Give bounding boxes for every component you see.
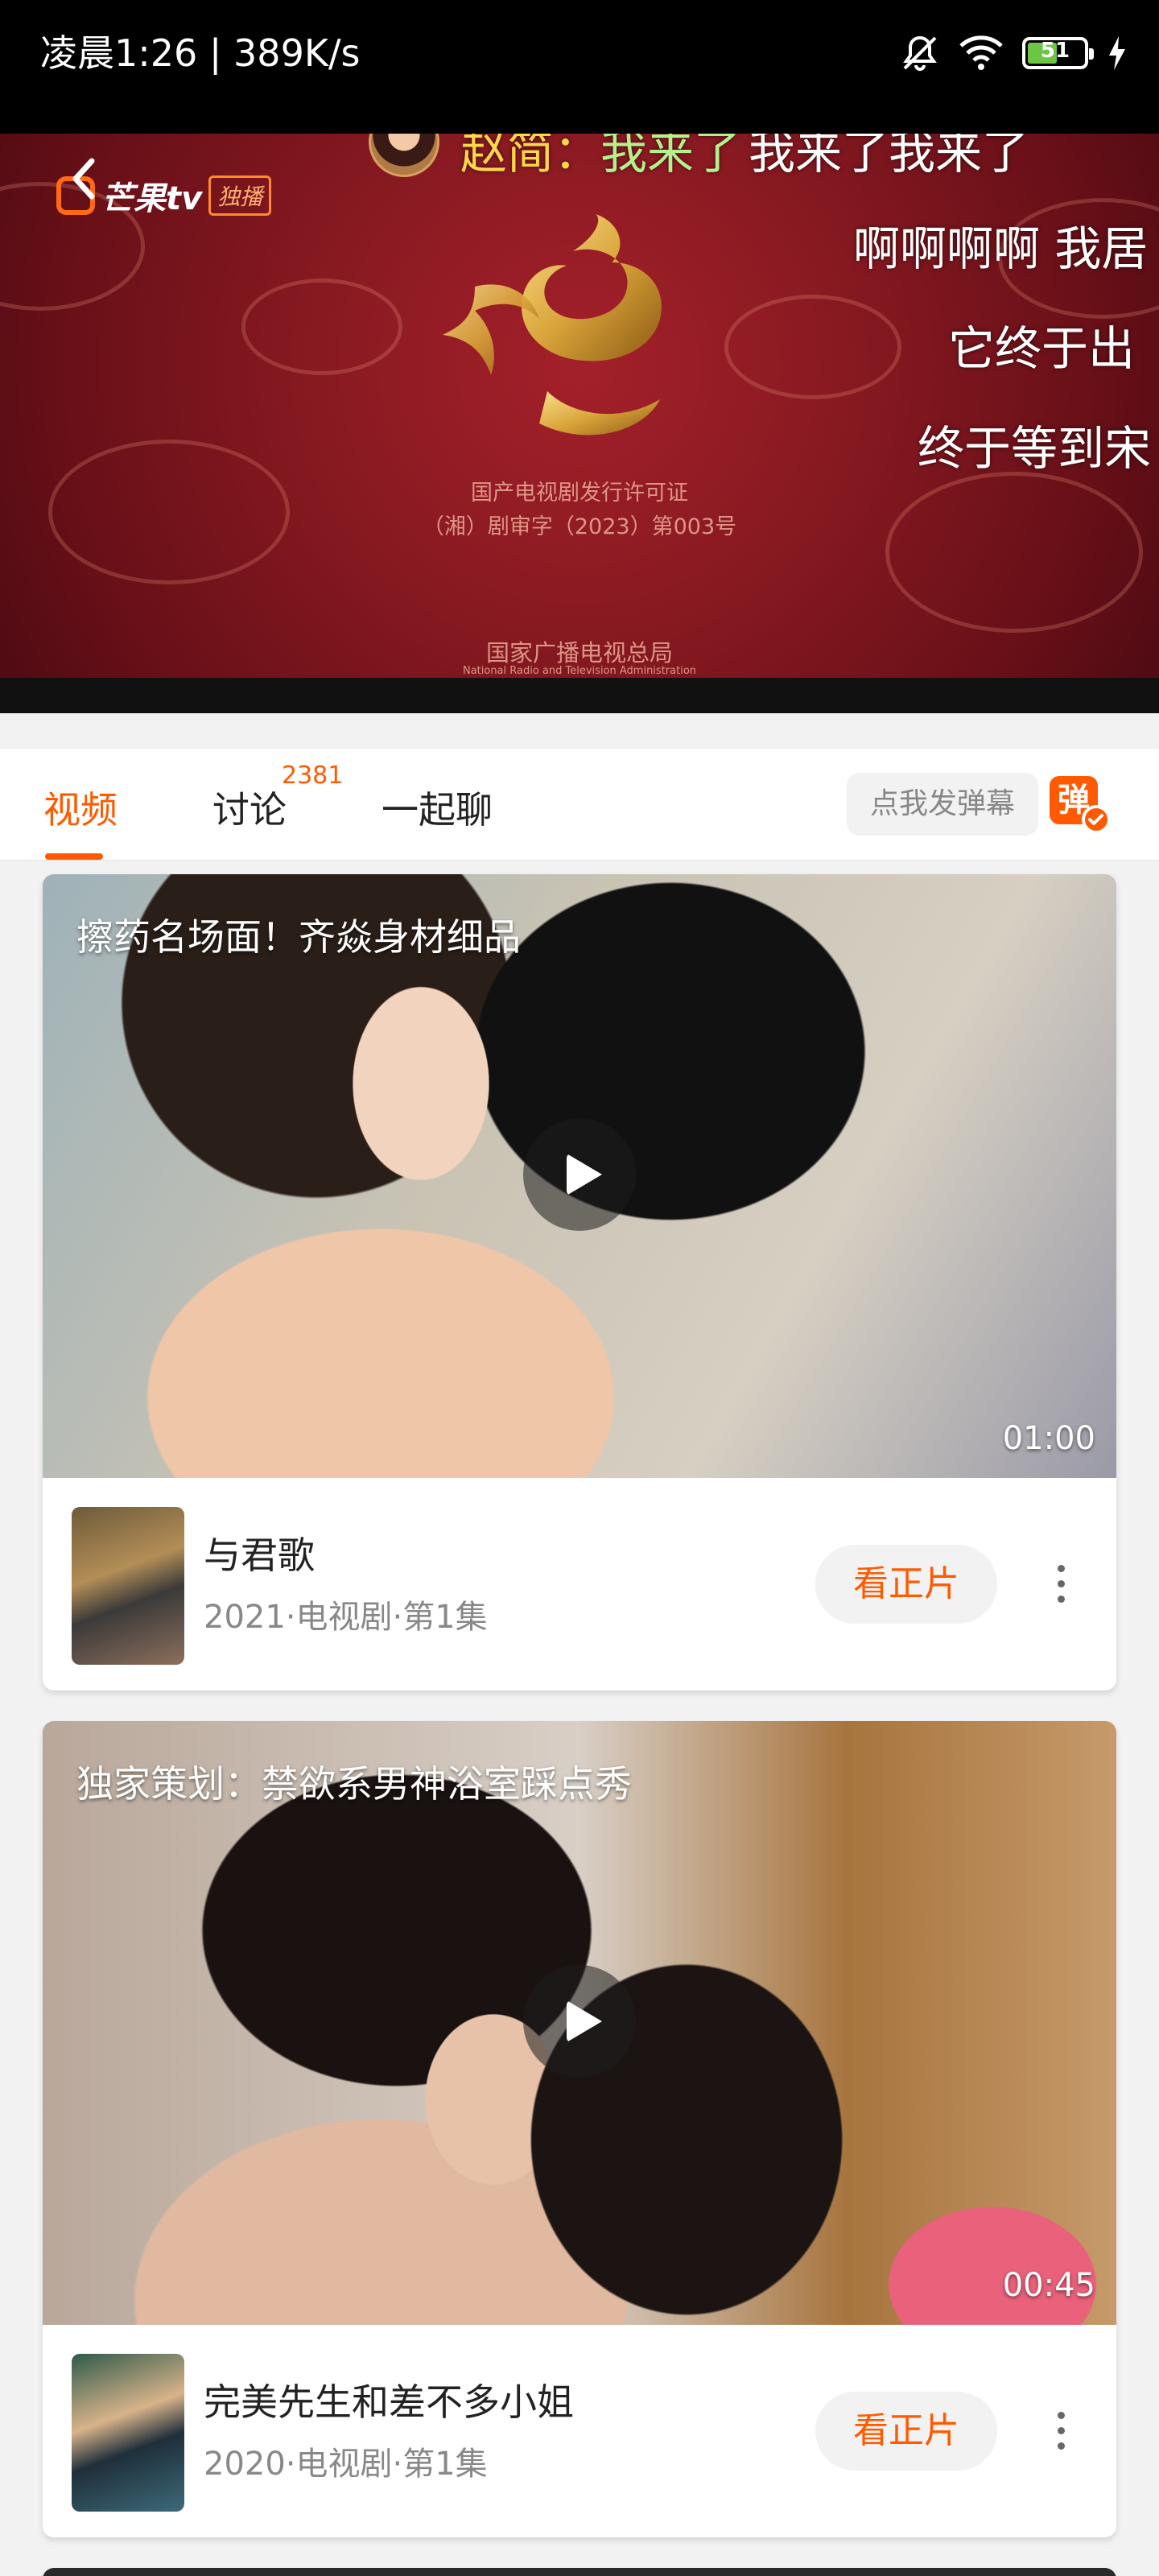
video-player[interactable]: 国产电视剧发行许可证 （湘）剧审字（2023）第003号 国家广播电视总局 Na… [0, 134, 1159, 713]
danmaku-input[interactable]: 点我发弹幕 [847, 773, 1038, 836]
more-options-icon[interactable] [1049, 2409, 1073, 2454]
content-tab-bar: 视频 讨论 2381 一起聊 点我发弹幕 弹 [0, 749, 1159, 861]
video-duration: 00:45 [1002, 2267, 1095, 2304]
show-info: 完美先生和差不多小姐 2020·电视剧·第1集 看正片 [43, 2325, 1116, 2537]
video-duration: 01:00 [1002, 1420, 1095, 1457]
status-time-speed: 凌晨1:26 | 389K/s [40, 31, 361, 75]
video-thumbnail[interactable]: 擦药名场面！齐焱身材细品 01:00 [43, 874, 1116, 1478]
checkmark-icon [1082, 805, 1111, 834]
video-card[interactable] [43, 2568, 1116, 2576]
danmaku-colon: ： [554, 134, 601, 180]
mgtv-brand-text: 芒果tv [101, 180, 203, 217]
danmaku-message: 我来了我来了 [749, 134, 1029, 180]
cloud-pattern [241, 279, 402, 375]
show-info: 与君歌 2021·电视剧·第1集 看正片 [43, 1478, 1116, 1690]
discuss-count-badge: 2381 [282, 762, 344, 790]
video-card[interactable]: 独家策划：禁欲系男神浴室踩点秀 00:45 完美先生和差不多小姐 2020·电视… [43, 1721, 1116, 2537]
danmaku-line-4: 终于等到宋 [918, 421, 1152, 476]
back-button[interactable] [61, 155, 109, 203]
tab-discuss[interactable]: 讨论 [212, 781, 287, 834]
authority-name-en: National Radio and Television Administra… [462, 665, 697, 677]
charging-icon [1106, 35, 1127, 72]
danmaku-user: 赵简 [460, 134, 555, 180]
danmaku-line-1: 赵简：我来了 我来了我来了 [460, 134, 1029, 182]
cloud-pattern [724, 295, 901, 399]
license-line-2: （湘）剧审字（2023）第003号 [422, 514, 737, 539]
watch-full-button[interactable]: 看正片 [815, 1545, 997, 1624]
bell-muted-icon [900, 33, 940, 73]
danmaku-toggle-button[interactable]: 弹 [1050, 776, 1111, 834]
show-title[interactable]: 与君歌 [204, 1526, 315, 1579]
show-meta: 2021·电视剧·第1集 [204, 1599, 488, 1636]
status-bar: 凌晨1:26 | 389K/s 51 [0, 0, 1159, 134]
tab-chat[interactable]: 一起聊 [382, 781, 493, 834]
video-caption: 擦药名场面！齐焱身材细品 [76, 915, 521, 959]
wifi-icon [958, 35, 1004, 72]
tab-active-indicator [45, 853, 103, 860]
authority-name: 国家广播电视总局 [485, 639, 673, 667]
chevron-left-icon [72, 158, 95, 200]
show-poster[interactable] [72, 1507, 184, 1665]
video-thumbnail[interactable]: 独家策划：禁欲系男神浴室踩点秀 00:45 [43, 1721, 1116, 2325]
tab-video[interactable]: 视频 [43, 781, 118, 834]
battery-icon: 51 [1022, 37, 1094, 69]
status-icons: 51 [900, 29, 1127, 77]
danmaku-line-3: 它终于出 [948, 321, 1136, 376]
watch-full-button[interactable]: 看正片 [815, 2392, 997, 2471]
danmaku-message-highlight: 我来了 [600, 134, 741, 180]
battery-level: 51 [1040, 39, 1070, 63]
exclusive-badge: 独播 [208, 175, 272, 216]
phoenix-emblem [443, 214, 662, 436]
danmaku-line-2: 啊啊啊啊 我居 [853, 221, 1149, 276]
more-options-icon[interactable] [1049, 1562, 1073, 1607]
show-meta: 2020·电视剧·第1集 [204, 2446, 488, 2483]
show-poster[interactable] [72, 2354, 184, 2512]
play-icon[interactable] [523, 1965, 636, 2078]
license-line-1: 国产电视剧发行许可证 [471, 481, 688, 506]
show-title[interactable]: 完美先生和差不多小姐 [204, 2373, 574, 2426]
video-card[interactable]: 擦药名场面！齐焱身材细品 01:00 与君歌 2021·电视剧·第1集 看正片 [43, 874, 1116, 1690]
player-bottom-bar [0, 678, 1159, 713]
video-caption: 独家策划：禁欲系男神浴室踩点秀 [76, 1762, 632, 1806]
danmaku-avatar [369, 134, 439, 177]
play-icon[interactable] [523, 1118, 636, 1231]
